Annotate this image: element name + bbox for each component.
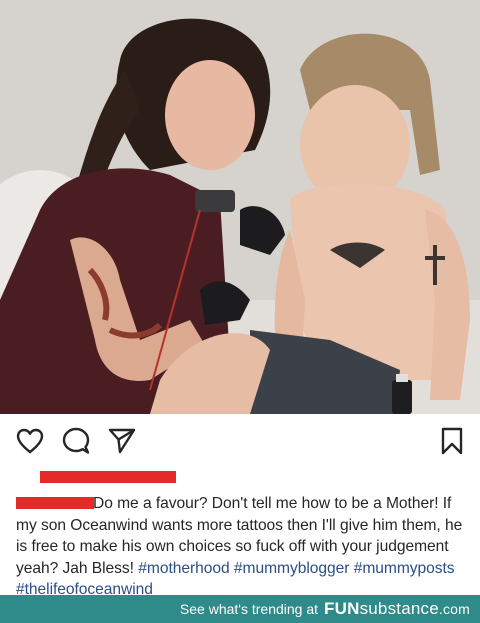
brand-fun: FUN (324, 599, 360, 618)
redacted-likes-bar (40, 471, 176, 483)
heart-icon[interactable] (16, 427, 44, 455)
photo-illustration (0, 0, 480, 414)
username-space (16, 507, 93, 508)
funsubstance-banner[interactable]: See what's trending at FUNsubstance.com (0, 595, 480, 623)
banner-text: See what's trending at (179, 601, 319, 617)
hashtag-mummyposts[interactable]: #mummyposts (354, 560, 455, 577)
bookmark-icon[interactable] (438, 427, 466, 455)
send-arrow-icon[interactable] (108, 427, 136, 455)
brand-com: .com (438, 601, 470, 617)
comment-bubble-icon[interactable] (62, 427, 90, 455)
hashtag-mummyblogger[interactable]: #mummyblogger (234, 560, 350, 577)
hashtag-motherhood[interactable]: #motherhood (138, 560, 229, 577)
brand-sub: substance (359, 599, 439, 618)
post-photo[interactable] (0, 0, 480, 414)
post-caption: Do me a favour? Don't tell me how to be … (16, 493, 474, 601)
funsubstance-logo: FUNsubstance.com (324, 599, 470, 619)
